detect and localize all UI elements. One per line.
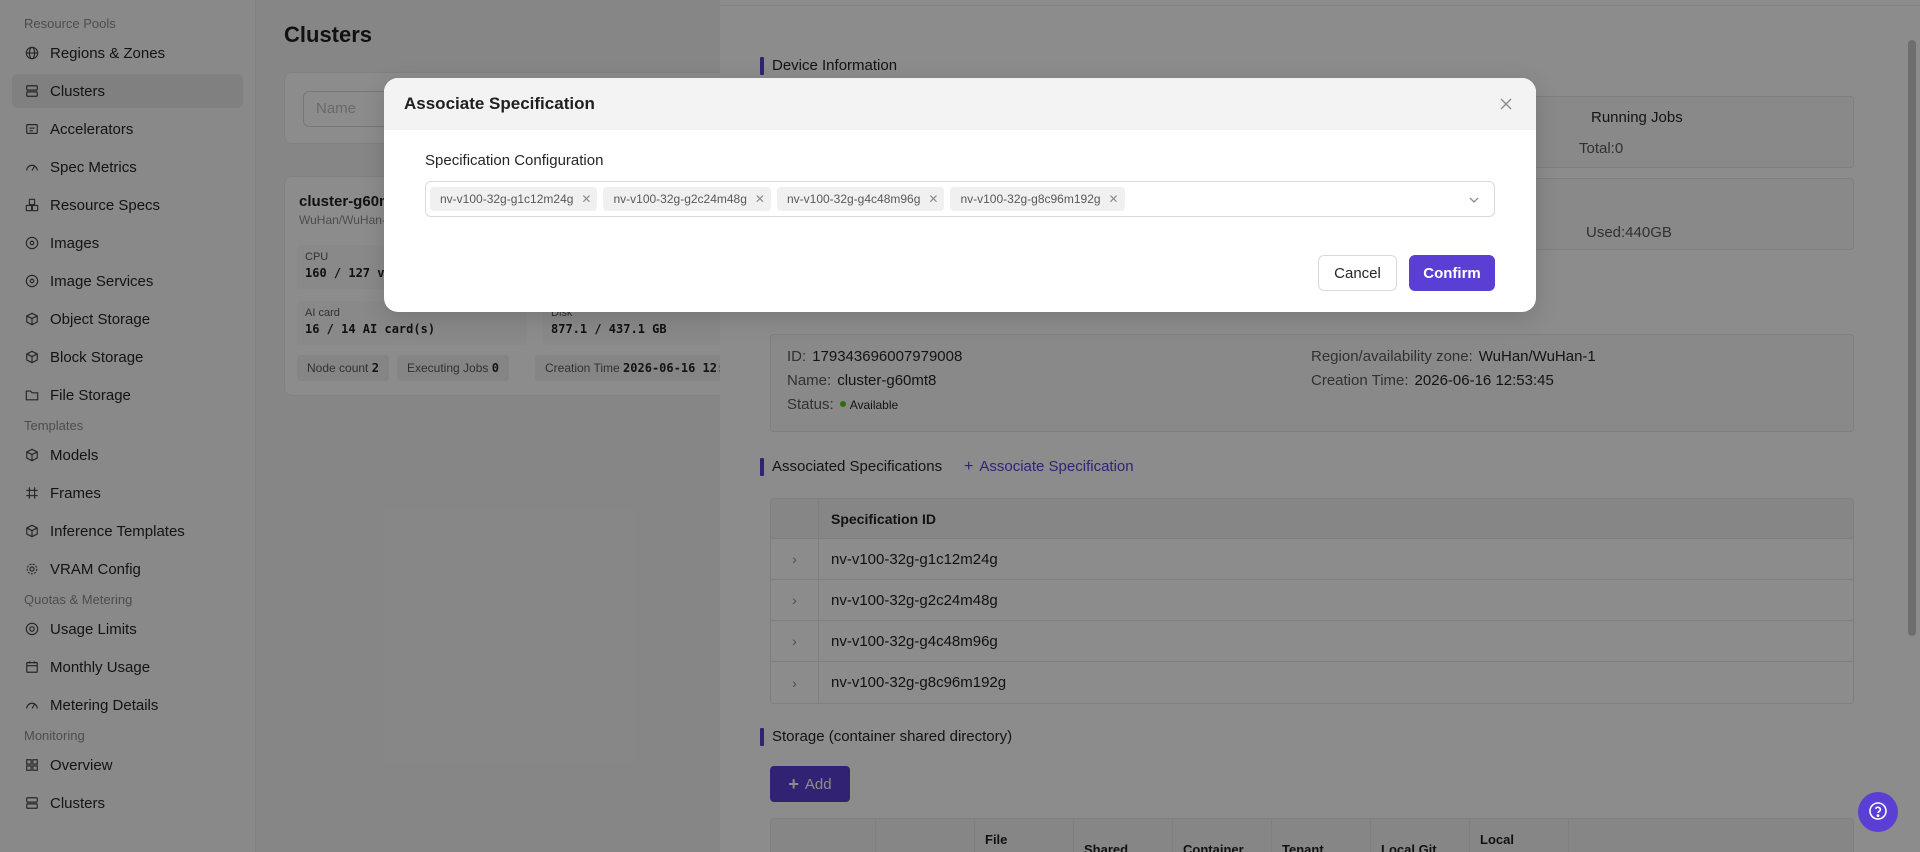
tag-label: nv-v100-32g-g1c12m24g	[440, 192, 574, 206]
tag-remove-icon[interactable]: ✕	[1109, 192, 1119, 206]
modal-header: Associate Specification	[384, 78, 1536, 130]
modal-title: Associate Specification	[404, 94, 595, 113]
help-button[interactable]	[1858, 792, 1898, 832]
close-icon[interactable]	[1496, 94, 1516, 114]
tag-remove-icon[interactable]: ✕	[581, 192, 591, 206]
selected-spec-tag: nv-v100-32g-g1c12m24g ✕	[430, 187, 598, 211]
confirm-button[interactable]: Confirm	[1409, 255, 1495, 291]
chevron-down-icon[interactable]	[1468, 193, 1480, 209]
question-icon	[1868, 801, 1888, 824]
cancel-button[interactable]: Cancel	[1318, 255, 1397, 291]
associate-specification-modal: Associate Specification Specification Co…	[384, 78, 1536, 312]
spec-config-label: Specification Configuration	[425, 152, 604, 169]
tag-remove-icon[interactable]: ✕	[755, 192, 765, 206]
spec-config-multiselect[interactable]: nv-v100-32g-g1c12m24g ✕ nv-v100-32g-g2c24…	[425, 181, 1495, 217]
tag-remove-icon[interactable]: ✕	[928, 192, 938, 206]
selected-spec-tag: nv-v100-32g-g8c96m192g ✕	[950, 187, 1125, 211]
selected-spec-tag: nv-v100-32g-g2c24m48g ✕	[603, 187, 771, 211]
tag-label: nv-v100-32g-g2c24m48g	[613, 192, 747, 206]
tag-label: nv-v100-32g-g8c96m192g	[960, 192, 1101, 206]
selected-spec-tag: nv-v100-32g-g4c48m96g ✕	[776, 187, 945, 211]
tag-label: nv-v100-32g-g4c48m96g	[786, 192, 921, 206]
